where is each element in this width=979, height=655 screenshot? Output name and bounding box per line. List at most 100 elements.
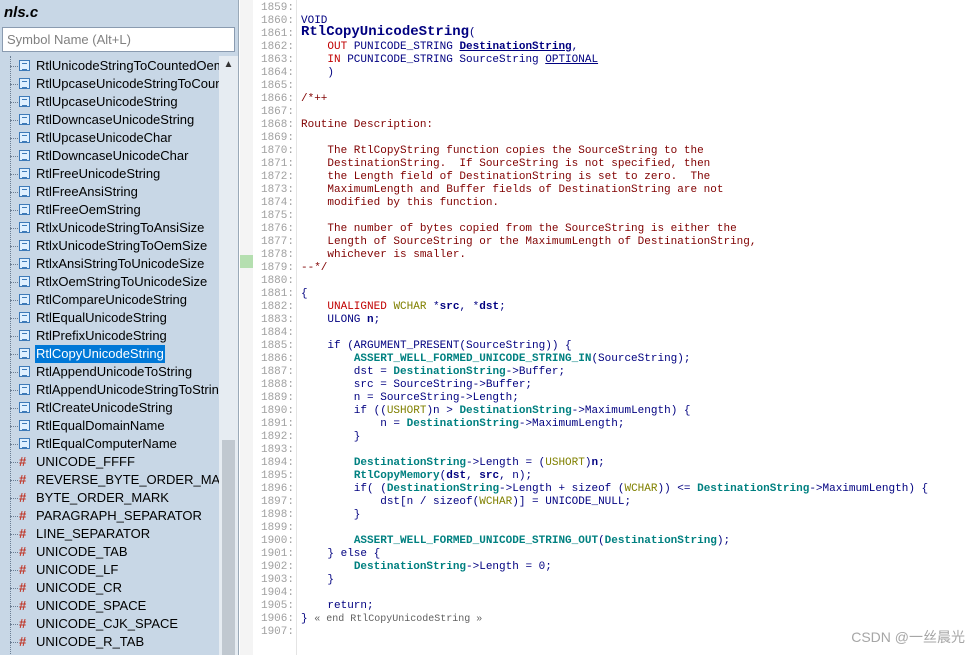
line-number: 1899: xyxy=(260,522,294,534)
line-number: 1902: xyxy=(260,561,294,573)
symbol-label: RtlAppendUnicodeStringToString xyxy=(36,382,219,397)
code-line: IN PCUNICODE_STRING SourceString OPTIONA… xyxy=(327,54,599,66)
symbol-list-item[interactable]: RtlCreateUnicodeString xyxy=(0,399,219,417)
symbol-list-item[interactable]: RtlUnicodeStringToCountedOemString xyxy=(0,57,219,75)
symbol-list-item[interactable]: RtlCompareUnicodeString xyxy=(0,291,219,309)
code-line: ASSERT_WELL_FORMED_UNICODE_STRING_OUT(De… xyxy=(353,535,731,547)
code-line: DestinationString->Length = 0; xyxy=(353,561,552,573)
line-number: 1879: xyxy=(260,262,294,274)
symbol-label: RtlCreateUnicodeString xyxy=(36,400,173,415)
function-icon xyxy=(19,240,30,251)
tree-connector xyxy=(10,264,18,265)
line-number: 1901: xyxy=(260,548,294,560)
symbol-list-item[interactable]: RtlEqualComputerName xyxy=(0,435,219,453)
symbol-label: RtlDowncaseUnicodeChar xyxy=(36,148,189,163)
symbol-list-item[interactable]: RtlDowncaseUnicodeString xyxy=(0,111,219,129)
symbol-list-item[interactable]: RtlEqualDomainName xyxy=(0,417,219,435)
symbol-list-item[interactable]: RtlxAnsiStringToUnicodeSize xyxy=(0,255,219,273)
symbol-list-item[interactable]: RtlFreeAnsiString xyxy=(0,183,219,201)
symbol-list-item[interactable]: RtlUpcaseUnicodeStringToCountedOemString xyxy=(0,75,219,93)
tree-connector xyxy=(10,498,18,499)
line-number: 1905: xyxy=(260,600,294,612)
symbol-label: RtlxOemStringToUnicodeSize xyxy=(36,274,208,289)
symbol-label: BYTE_ORDER_MARK xyxy=(36,490,169,505)
symbol-list-item[interactable]: RtlAppendUnicodeStringToString xyxy=(0,381,219,399)
symbol-list-item[interactable]: # UNICODE_FFFF xyxy=(0,453,219,471)
code-editor[interactable]: 1859: 1860: VOID 1861: RtlCopyUnicodeString(… xyxy=(254,0,979,655)
symbol-list-item[interactable]: RtlxUnicodeStringToAnsiSize xyxy=(0,219,219,237)
symbol-list-item[interactable]: # UNICODE_R_TAB xyxy=(0,633,219,651)
function-icon xyxy=(19,438,30,449)
symbol-list-item[interactable]: RtlUpcaseUnicodeChar xyxy=(0,129,219,147)
symbol-list-item[interactable]: # BYTE_ORDER_MARK xyxy=(0,489,219,507)
symbol-list-item[interactable]: RtlAppendUnicodeToString xyxy=(0,363,219,381)
symbol-list-item[interactable]: RtlDowncaseUnicodeChar xyxy=(0,147,219,165)
line-number: 1887: xyxy=(260,366,294,378)
symbol-label: RtlCompareUnicodeString xyxy=(36,292,188,307)
line-number: 1884: xyxy=(260,327,294,339)
symbol-list-item[interactable]: RtlxUnicodeStringToOemSize xyxy=(0,237,219,255)
line-number: 1883: xyxy=(260,314,294,326)
code-line: } « end RtlCopyUnicodeString » xyxy=(301,613,483,625)
macro-icon: # xyxy=(19,634,27,649)
line-number: 1866: xyxy=(260,93,294,105)
line-number: 1904: xyxy=(260,587,294,599)
symbol-list-item[interactable]: RtlUpcaseUnicodeString xyxy=(0,93,219,111)
code-line: UNALIGNED WCHAR *src, *dst; xyxy=(327,301,506,313)
symbol-list-item[interactable]: # UNICODE_SPACE xyxy=(0,597,219,615)
symbol-list-scrollbar[interactable]: ▲ xyxy=(219,56,238,655)
code-line: RtlCopyUnicodeString( xyxy=(301,24,476,40)
code-line: DestinationString->Length = (USHORT)n; xyxy=(353,457,605,469)
symbol-search-input[interactable] xyxy=(2,27,235,52)
line-number: 1895: xyxy=(260,470,294,482)
symbol-list-item[interactable]: # PARAGRAPH_SEPARATOR xyxy=(0,507,219,525)
line-number: 1863: xyxy=(260,54,294,66)
tree-connector xyxy=(10,534,18,535)
line-number: 1881: xyxy=(260,288,294,300)
symbol-list-item[interactable]: RtlPrefixUnicodeString xyxy=(0,327,219,345)
tree-connector xyxy=(10,138,18,139)
symbol-list-item[interactable]: # REVERSE_BYTE_ORDER_MARK xyxy=(0,471,219,489)
code-line: OUT PUNICODE_STRING DestinationString, xyxy=(327,41,579,53)
line-number: 1868: xyxy=(260,119,294,131)
tree-connector xyxy=(10,354,18,355)
symbol-label: RtlUpcaseUnicodeStringToCountedOemString xyxy=(36,76,219,91)
code-line: The RtlCopyString function copies the So… xyxy=(301,145,704,157)
tree-connector xyxy=(10,624,18,625)
symbol-list-item[interactable]: # UNICODE_LF xyxy=(0,561,219,579)
function-icon xyxy=(19,402,30,413)
tree-connector xyxy=(10,300,18,301)
symbol-list-item[interactable]: RtlxOemStringToUnicodeSize xyxy=(0,273,219,291)
symbol-list-item[interactable]: RtlFreeOemString xyxy=(0,201,219,219)
watermark: CSDN @一丝晨光 xyxy=(851,629,965,645)
tree-connector xyxy=(10,408,18,409)
scroll-thumb[interactable] xyxy=(222,440,235,655)
symbol-list-item[interactable]: # LINE_SEPARATOR xyxy=(0,525,219,543)
symbol-list-item[interactable]: RtlEqualUnicodeString xyxy=(0,309,219,327)
function-icon xyxy=(19,60,30,71)
tree-connector xyxy=(10,552,18,553)
line-number: 1886: xyxy=(260,353,294,365)
symbol-label: RtlEqualUnicodeString xyxy=(36,310,167,325)
function-icon xyxy=(19,420,30,431)
line-number: 1873: xyxy=(260,184,294,196)
line-number: 1870: xyxy=(260,145,294,157)
tree-connector xyxy=(10,372,18,373)
scroll-up-arrow-icon[interactable]: ▲ xyxy=(219,56,238,74)
change-marker xyxy=(240,255,253,268)
code-line: ) xyxy=(301,67,335,79)
symbol-list-item[interactable]: # UNICODE_TAB xyxy=(0,543,219,561)
symbol-list-item[interactable]: RtlFreeUnicodeString xyxy=(0,165,219,183)
code-line: Routine Description: xyxy=(301,119,434,131)
symbol-list-item[interactable]: # UNICODE_CR xyxy=(0,579,219,597)
tree-connector xyxy=(10,228,18,229)
tree-connector xyxy=(10,210,18,211)
symbol-label: PARAGRAPH_SEPARATOR xyxy=(36,508,202,523)
macro-icon: # xyxy=(19,544,27,559)
tree-connector xyxy=(10,84,18,85)
symbol-list-item[interactable]: RtlCopyUnicodeString xyxy=(0,345,219,363)
symbol-list-item[interactable]: # UNICODE_CJK_SPACE xyxy=(0,615,219,633)
line-number: 1893: xyxy=(260,444,294,456)
function-icon xyxy=(19,132,30,143)
macro-icon: # xyxy=(19,508,27,523)
